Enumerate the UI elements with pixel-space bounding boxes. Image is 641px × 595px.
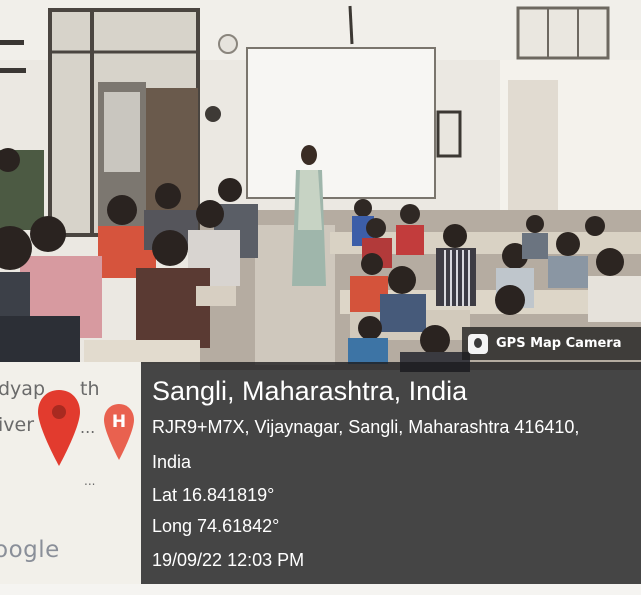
photo-bottom-border [0,584,641,595]
map-place-label-2: iver [0,414,35,436]
location-title: Sangli, Maharashtra, India [152,376,468,406]
gps-map-camera-badge: GPS Map Camera [462,327,641,360]
hospital-marker-icon: H [104,404,134,460]
map-thumbnail: dyap th iver ... ... H oogle [0,362,141,584]
latitude-text: Lat 16.841819° [152,485,275,505]
map-place-label-2b: ... [80,418,96,437]
map-place-label-1b: th [80,378,100,400]
address-line-1: RJR9+M7X, Vijaynagar, Sangli, Maharashtr… [152,417,580,437]
longitude-text: Long 74.61842° [152,516,280,536]
google-logo: oogle [0,537,60,563]
location-info-panel: Sangli, Maharashtra, India RJR9+M7X, Vij… [141,362,641,584]
map-location-pin-icon [38,390,80,466]
hospital-marker-letter: H [112,412,126,432]
address-line-2: India [152,452,192,472]
gps-map-camera-icon [468,333,488,354]
badge-label: GPS Map Camera [496,336,622,351]
datetime-text: 19/09/22 12:03 PM [152,550,305,570]
map-place-label-3: ... [84,474,96,488]
